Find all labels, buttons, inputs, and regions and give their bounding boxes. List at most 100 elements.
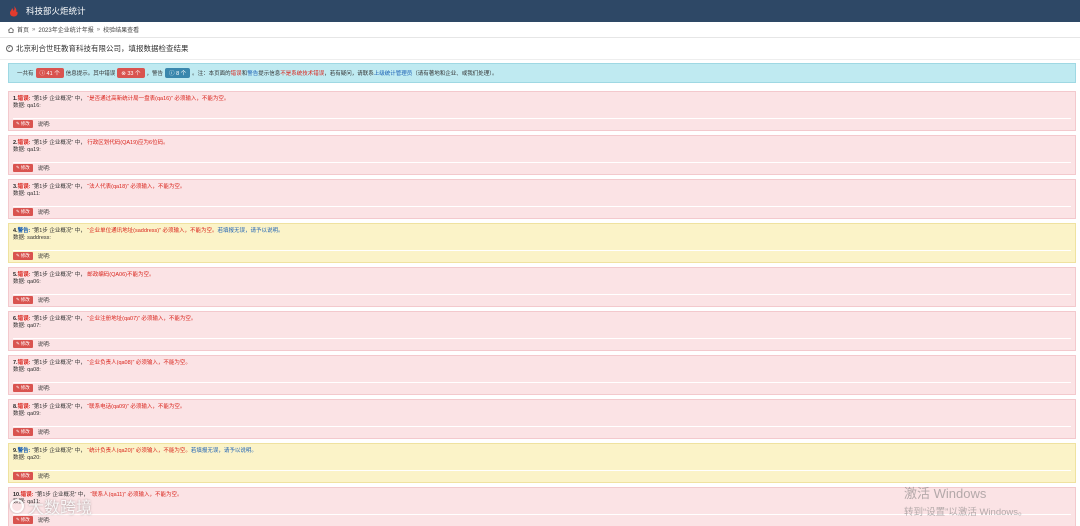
item-message: 7.错误: “第1步 企业概况” 中， “企业负责人(qa08)” 必须输入，不… bbox=[13, 359, 1071, 367]
note-label: 说明: bbox=[37, 474, 51, 480]
error-item: 3.错误: “第1步 企业概况” 中， “法人代表(qa18)” 必须输入，不能… bbox=[8, 179, 1076, 219]
summary-text: （请有著地和企业、或我们处理）。 bbox=[412, 71, 498, 77]
item-data: 数据: qa19: bbox=[13, 147, 1071, 154]
item-section: “第1步 企业概况” 中， bbox=[31, 448, 86, 454]
pencil-icon: ✎ bbox=[16, 253, 20, 258]
pencil-icon: ✎ bbox=[16, 473, 20, 478]
item-type: 错误: bbox=[17, 140, 31, 146]
note-label: 说明: bbox=[37, 342, 51, 348]
breadcrumb-home[interactable]: 首页 bbox=[17, 25, 29, 34]
item-section: “第1步 企业概况” 中， bbox=[31, 96, 86, 102]
item-data: 数据: qa16: bbox=[13, 103, 1071, 110]
summary-error-word: 错误 bbox=[230, 71, 242, 77]
item-error-text: 邮政编码(QA06)不能为空。 bbox=[87, 272, 155, 278]
data-label: 数据: bbox=[13, 367, 26, 373]
summary-note: 不是系统技术错误 bbox=[280, 71, 325, 77]
item-message: 6.错误: “第1步 企业概况” 中， “企业注册地址(qa07)” 必须输入，… bbox=[13, 315, 1071, 323]
item-divider bbox=[13, 294, 1071, 295]
summary-warning-word: 警告 bbox=[247, 71, 259, 77]
pencil-icon: ✎ bbox=[16, 297, 20, 302]
item-data: 数据: qa07: bbox=[13, 323, 1071, 330]
total-count-badge: ⓘ 41 个 bbox=[35, 68, 64, 78]
summary-contact: 上级统计管理员 bbox=[373, 71, 413, 77]
summary-text: 信息提示。其中错误 bbox=[65, 71, 116, 77]
item-type: 警告: bbox=[17, 228, 31, 234]
item-type: 错误: bbox=[17, 184, 31, 190]
edit-button[interactable]: ✎ 修改 bbox=[13, 428, 33, 436]
breadcrumb: 首页 » 2023年企业统计年报 » 校验结果查看 bbox=[0, 22, 1080, 38]
item-type: 错误: bbox=[17, 316, 31, 322]
error-item: 7.错误: “第1步 企业概况” 中， “企业负责人(qa08)” 必须输入，不… bbox=[8, 355, 1076, 395]
summary-text: ，若有疑问，请联系 bbox=[324, 71, 374, 77]
item-message: 9.警告: “第1步 企业概况” 中， “统计负责人(qa20)” 必须输入，不… bbox=[13, 447, 1071, 455]
note-label: 说明: bbox=[37, 166, 51, 172]
edit-button[interactable]: ✎ 修改 bbox=[13, 296, 33, 304]
item-actions: ✎ 修改 说明: bbox=[13, 296, 50, 304]
item-message: 8.错误: “第1步 企业概况” 中， “联系电话(qa09)” 必须输入，不能… bbox=[13, 403, 1071, 411]
data-label: 数据: bbox=[13, 411, 26, 417]
item-divider bbox=[13, 118, 1071, 119]
note-label: 说明: bbox=[37, 430, 51, 436]
item-actions: ✎ 修改 说明: bbox=[13, 428, 50, 436]
item-actions: ✎ 修改 说明: bbox=[13, 340, 50, 348]
error-count-badge: ⊗ 33 个 bbox=[117, 68, 145, 78]
summary-banner: 一共有 ⓘ 41 个 信息提示。其中错误 ⊗ 33 个 ，警告 ⓘ 8 个 。注… bbox=[8, 63, 1076, 83]
summary-text: 一共有 bbox=[17, 71, 34, 77]
edit-button[interactable]: ✎ 修改 bbox=[13, 252, 33, 260]
item-message: 2.错误: “第1步 企业概况” 中， 行政区划代码(QA19)应为6位码。 bbox=[13, 139, 1071, 147]
item-message: 1.错误: “第1步 企业概况” 中， “是否通过高新统计局一盘表(qa16)”… bbox=[13, 95, 1071, 103]
edit-button-label: 修改 bbox=[20, 473, 30, 478]
error-item: 6.错误: “第1步 企业概况” 中， “企业注册地址(qa07)” 必须输入，… bbox=[8, 311, 1076, 351]
top-bar: 科技部火炬统计 bbox=[0, 0, 1080, 22]
item-actions: ✎ 修改 说明: bbox=[13, 384, 50, 392]
item-actions: ✎ 修改 说明: bbox=[13, 164, 50, 172]
summary-text: 。注：本页面的 bbox=[192, 71, 231, 77]
item-section: “第1步 企业概况” 中， bbox=[31, 360, 86, 366]
item-hint: 若填报无误，请予以说明。 bbox=[217, 228, 284, 234]
item-divider bbox=[13, 338, 1071, 339]
item-divider bbox=[13, 206, 1071, 207]
item-actions: ✎ 修改 说明: bbox=[13, 120, 50, 128]
pencil-icon: ✎ bbox=[16, 341, 20, 346]
data-label: 数据: bbox=[13, 191, 26, 197]
edit-button[interactable]: ✎ 修改 bbox=[13, 340, 33, 348]
item-error-text: “企业单位通讯地址(saddress)” 必须输入，不能为空。 bbox=[87, 228, 218, 234]
item-section: “第1步 企业概况” 中， bbox=[31, 228, 86, 234]
data-label: 数据: bbox=[13, 103, 26, 109]
flame-logo-icon bbox=[10, 6, 18, 17]
data-value: qa07: bbox=[27, 323, 41, 329]
data-label: 数据: bbox=[13, 323, 26, 329]
error-item: 8.错误: “第1步 企业概况” 中， “联系电话(qa09)” 必须输入，不能… bbox=[8, 399, 1076, 439]
page-title-text: 北京利合世旺教育科技有限公司，填报数据检查结果 bbox=[16, 44, 189, 53]
edit-button[interactable]: ✎ 修改 bbox=[13, 164, 33, 172]
item-data: 数据: qa09: bbox=[13, 411, 1071, 418]
item-divider bbox=[13, 162, 1071, 163]
note-label: 说明: bbox=[37, 386, 51, 392]
edit-button[interactable]: ✎ 修改 bbox=[13, 120, 33, 128]
edit-button-label: 修改 bbox=[20, 253, 30, 258]
item-error-text: “是否通过高新统计局一盘表(qa16)” 必须输入，不能为空。 bbox=[87, 96, 230, 102]
item-divider bbox=[13, 426, 1071, 427]
warning-item: 9.警告: “第1步 企业概况” 中， “统计负责人(qa20)” 必须输入，不… bbox=[8, 443, 1076, 483]
check-result-list: 1.错误: “第1步 企业概况” 中， “是否通过高新统计局一盘表(qa16)”… bbox=[8, 91, 1076, 526]
edit-button[interactable]: ✎ 修改 bbox=[13, 208, 33, 216]
summary-text: 提示信息 bbox=[258, 71, 281, 77]
data-value: qa09: bbox=[27, 411, 41, 417]
pencil-icon: ✎ bbox=[16, 385, 20, 390]
item-divider bbox=[13, 382, 1071, 383]
breadcrumb-annual-report[interactable]: 2023年企业统计年报 bbox=[38, 25, 93, 34]
item-message: 5.错误: “第1步 企业概况” 中， 邮政编码(QA06)不能为空。 bbox=[13, 271, 1071, 279]
edit-button-label: 修改 bbox=[20, 341, 30, 346]
item-type: 错误: bbox=[17, 360, 31, 366]
data-value: qa19: bbox=[27, 147, 41, 153]
pencil-icon: ✎ bbox=[16, 209, 20, 214]
item-section: “第1步 企业概况” 中， bbox=[31, 316, 86, 322]
windows-activation-notice: 激活 Windows 转到“设置”以激活 Windows。 bbox=[904, 483, 1028, 518]
breadcrumb-separator: » bbox=[96, 26, 101, 33]
item-error-text: “法人代表(qa18)” 必须输入，不能为空。 bbox=[87, 184, 186, 190]
watermark: 大数跨境 bbox=[10, 494, 92, 518]
edit-button[interactable]: ✎ 修改 bbox=[13, 472, 33, 480]
edit-button[interactable]: ✎ 修改 bbox=[13, 384, 33, 392]
item-data: 数据: qa11: bbox=[13, 191, 1071, 198]
item-type: 错误: bbox=[17, 96, 31, 102]
